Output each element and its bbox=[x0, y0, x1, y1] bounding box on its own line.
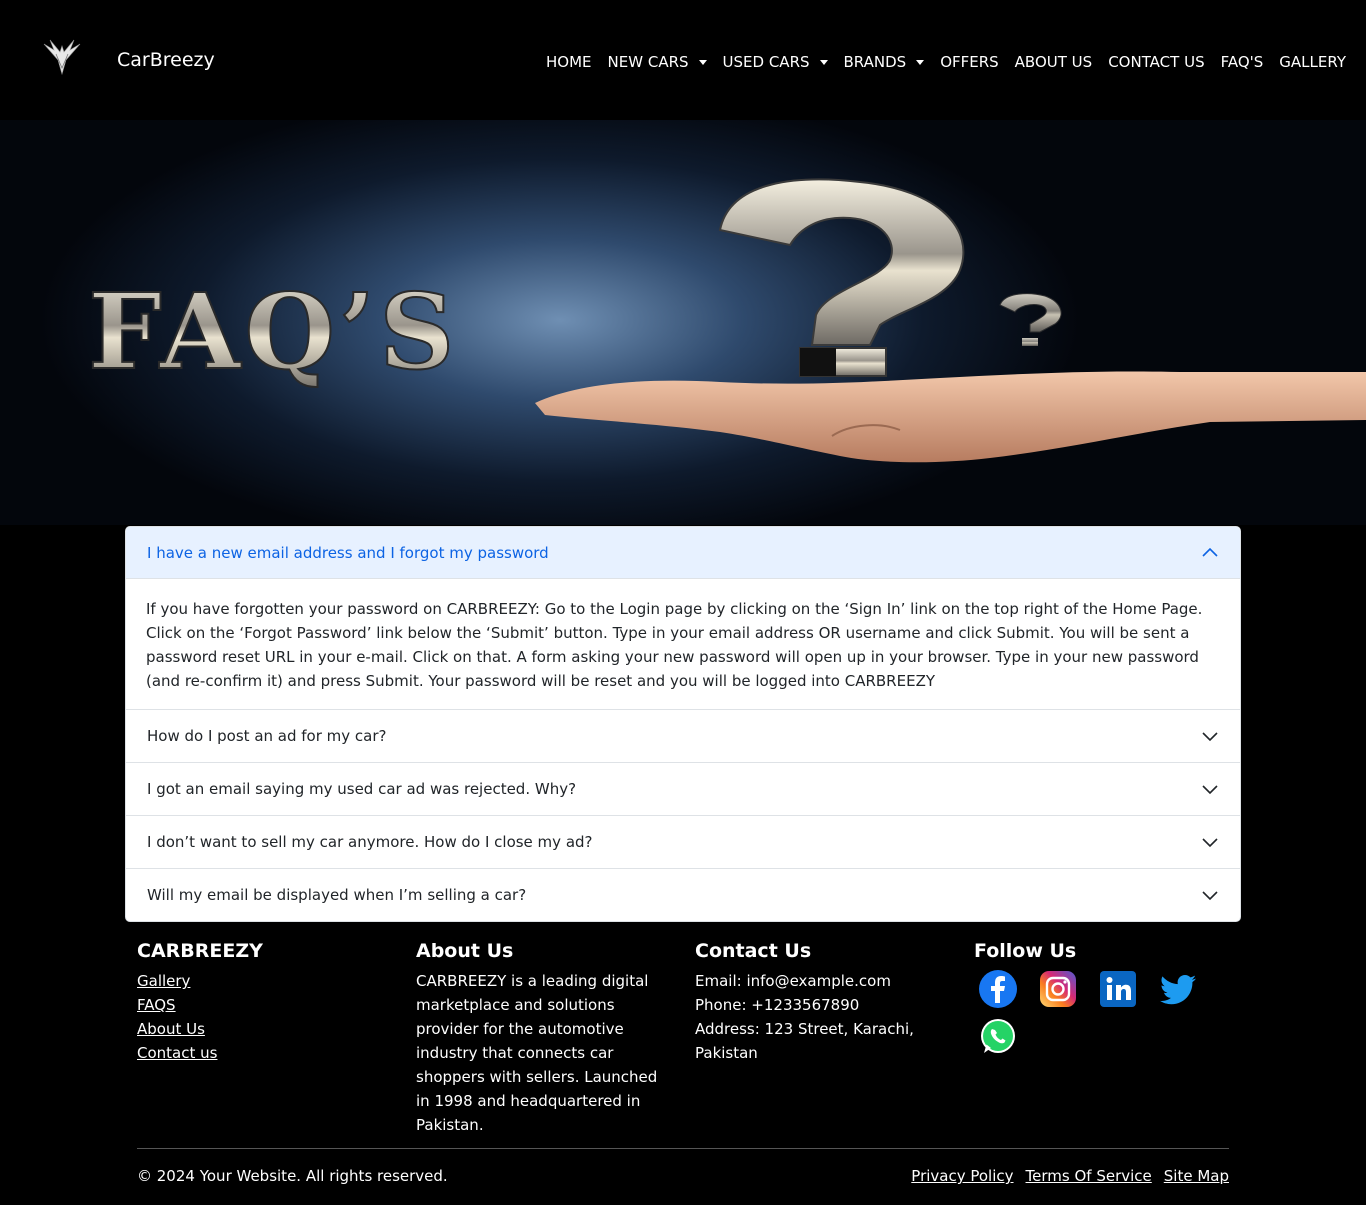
privacy-policy-link[interactable]: Privacy Policy bbox=[911, 1167, 1013, 1185]
footer-links-column: CARBREEZY Gallery FAQS About Us Contact … bbox=[137, 940, 387, 1065]
faq-accordion: I have a new email address and I forgot … bbox=[125, 526, 1241, 922]
faq-answer-1: If you have forgotten your password on C… bbox=[146, 600, 1203, 690]
caret-down-icon bbox=[819, 59, 828, 65]
faq-question-text: How do I post an ad for my car? bbox=[147, 727, 387, 745]
nav-contact-label: CONTACT US bbox=[1108, 53, 1205, 71]
footer-address: Address: 123 Street, Karachi, Pakistan bbox=[695, 1020, 914, 1062]
footer-about-text: CARBREEZY is a leading digital marketpla… bbox=[416, 972, 658, 1134]
chevron-down-icon bbox=[1202, 838, 1218, 848]
footer-contact-title: Contact Us bbox=[695, 940, 812, 962]
instagram-icon[interactable] bbox=[1038, 969, 1078, 1009]
footer-about-column: About Us CARBREEZY is a leading digital … bbox=[416, 940, 671, 1137]
legal-links: Privacy Policy Terms Of Service Site Map bbox=[911, 1167, 1229, 1185]
site-map-link[interactable]: Site Map bbox=[1164, 1167, 1229, 1185]
faq-question-1[interactable]: I have a new email address and I forgot … bbox=[126, 527, 1240, 579]
chevron-up-icon bbox=[1202, 547, 1218, 557]
nav-gallery-label: GALLERY bbox=[1279, 53, 1346, 71]
hero-title: FAQ’S bbox=[88, 270, 458, 393]
caret-down-icon bbox=[916, 59, 925, 65]
footer-contact-column: Contact Us Email: info@example.com Phone… bbox=[695, 940, 945, 1065]
hero-banner: FAQ’S bbox=[0, 120, 1366, 525]
nav-home-label: HOME bbox=[546, 53, 592, 71]
footer-about-title: About Us bbox=[416, 940, 514, 962]
faq-question-2[interactable]: How do I post an ad for my car? bbox=[126, 709, 1240, 762]
chevron-down-icon bbox=[1202, 732, 1218, 742]
footer-link-contact-us[interactable]: Contact us bbox=[137, 1041, 387, 1065]
nav-used-cars[interactable]: USED CARS bbox=[723, 53, 828, 71]
terms-of-service-link[interactable]: Terms Of Service bbox=[1026, 1167, 1152, 1185]
caret-down-icon bbox=[698, 59, 707, 65]
nav-faqs-label: FAQ'S bbox=[1220, 53, 1264, 71]
chevron-down-icon bbox=[1202, 891, 1218, 901]
footer-brand-title: CARBREEZY bbox=[137, 940, 263, 962]
social-icons bbox=[974, 969, 1224, 1057]
nav-about-label: ABOUT US bbox=[1014, 53, 1093, 71]
footer-phone: Phone: +1233567890 bbox=[695, 996, 860, 1014]
twitter-icon[interactable] bbox=[1158, 969, 1198, 1009]
faq-question-5[interactable]: Will my email be displayed when I’m sell… bbox=[126, 868, 1240, 921]
footer-link-faqs[interactable]: FAQS bbox=[137, 993, 387, 1017]
nav-used-cars-label: USED CARS bbox=[722, 53, 810, 71]
chevron-down-icon bbox=[1202, 785, 1218, 795]
footer-link-gallery[interactable]: Gallery bbox=[137, 969, 387, 993]
small-question-mark-icon bbox=[999, 293, 1062, 346]
linkedin-icon[interactable] bbox=[1098, 969, 1138, 1009]
nav-contact-us[interactable]: CONTACT US bbox=[1108, 53, 1204, 71]
faq-question-4[interactable]: I don’t want to sell my car anymore. How… bbox=[126, 815, 1240, 868]
eagle-logo-icon[interactable] bbox=[40, 38, 84, 76]
nav-brands[interactable]: BRANDS bbox=[844, 53, 925, 71]
question-mark-icon bbox=[718, 178, 965, 377]
copyright-text: © 2024 Your Website. All rights reserved… bbox=[137, 1167, 448, 1185]
footer-link-about-us[interactable]: About Us bbox=[137, 1017, 387, 1041]
nav-faqs[interactable]: FAQ'S bbox=[1221, 53, 1264, 71]
facebook-icon[interactable] bbox=[978, 969, 1018, 1009]
faq-question-3[interactable]: I got an email saying my used car ad was… bbox=[126, 762, 1240, 815]
main-nav: HOME NEW CARS USED CARS BRANDS OFFERS AB… bbox=[546, 53, 1346, 71]
nav-home[interactable]: HOME bbox=[546, 53, 592, 71]
nav-about-us[interactable]: ABOUT US bbox=[1015, 53, 1093, 71]
faq-question-text: I have a new email address and I forgot … bbox=[147, 543, 549, 562]
navbar: CarBreezy HOME NEW CARS USED CARS BRANDS… bbox=[0, 0, 1366, 120]
hand-illustration bbox=[535, 371, 1366, 463]
nav-new-cars-label: NEW CARS bbox=[607, 53, 689, 71]
footer-follow-column: Follow Us bbox=[974, 940, 1234, 1057]
hero-illustration: FAQ’S bbox=[87, 178, 1366, 463]
faq-question-text: Will my email be displayed when I’m sell… bbox=[147, 886, 527, 904]
faq-question-text: I got an email saying my used car ad was… bbox=[147, 780, 577, 798]
footer-follow-title: Follow Us bbox=[974, 940, 1077, 962]
nav-new-cars[interactable]: NEW CARS bbox=[608, 53, 707, 71]
footer-divider bbox=[137, 1148, 1229, 1149]
nav-offers-label: OFFERS bbox=[940, 53, 999, 71]
faq-question-text: I don’t want to sell my car anymore. How… bbox=[147, 833, 593, 851]
nav-offers[interactable]: OFFERS bbox=[940, 53, 998, 71]
whatsapp-icon[interactable] bbox=[978, 1017, 1018, 1057]
nav-gallery[interactable]: GALLERY bbox=[1279, 53, 1346, 71]
footer-email: Email: info@example.com bbox=[695, 972, 891, 990]
brand-name[interactable]: CarBreezy bbox=[117, 49, 215, 71]
nav-brands-label: BRANDS bbox=[843, 53, 907, 71]
